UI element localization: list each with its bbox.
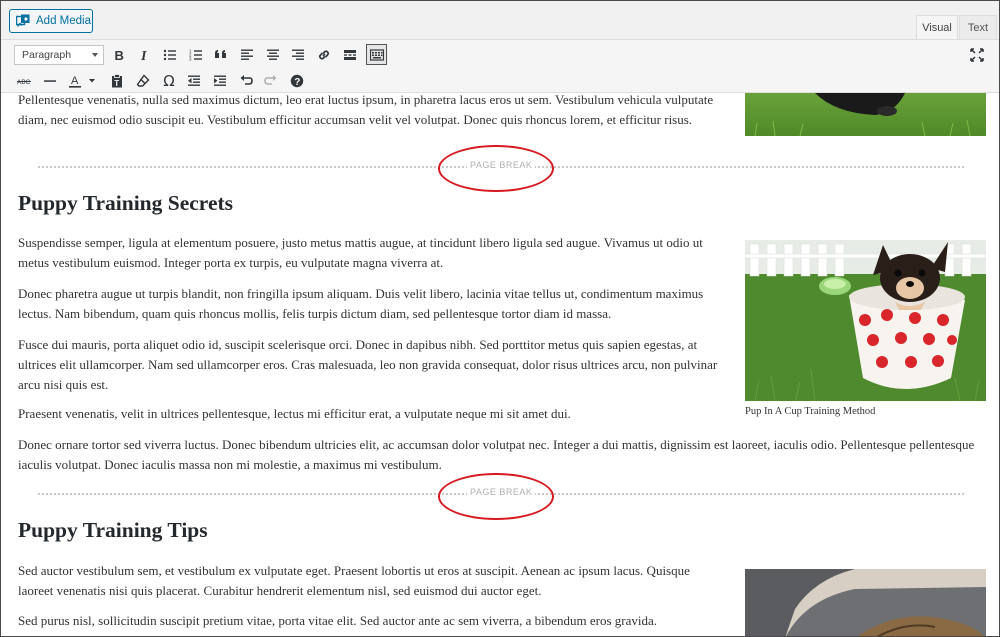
italic-button[interactable]: I <box>134 45 154 65</box>
puppy-grass-photo <box>745 93 986 136</box>
editor-topbar: Add Media Visual Text <box>1 1 999 40</box>
clear-formatting-icon <box>136 74 150 87</box>
fullscreen-button[interactable] <box>967 45 987 65</box>
svg-text:3: 3 <box>189 57 192 62</box>
insert-link-button[interactable] <box>314 45 334 65</box>
redo-button[interactable] <box>261 71 281 91</box>
svg-text:A: A <box>71 75 79 87</box>
italic-icon: I <box>140 49 147 62</box>
fullscreen-icon <box>970 48 984 62</box>
puppy-on-grass-image[interactable] <box>745 93 986 136</box>
add-media-label: Add Media <box>36 15 91 27</box>
paragraph: Donec pharetra augue ut turpis blandit, … <box>18 286 704 321</box>
pup-in-cup-photo <box>745 240 986 401</box>
toolbar-toggle-button[interactable] <box>366 44 387 65</box>
clear-formatting-button[interactable] <box>133 71 153 91</box>
section-heading-2: Puppy Training Tips <box>18 518 208 542</box>
paragraph: Suspendisse semper, ligula at elementum … <box>18 235 703 270</box>
svg-text:I: I <box>140 49 147 62</box>
puppy-couch-photo <box>745 569 986 636</box>
format-select[interactable]: Paragraph <box>14 45 104 65</box>
svg-text:B: B <box>115 48 124 62</box>
link-icon <box>318 50 330 60</box>
horizontal-line-icon <box>44 80 56 82</box>
pup-in-cup-image[interactable] <box>745 240 986 401</box>
paragraph: Fusce dui mauris, porta aliquet odio id,… <box>18 337 718 392</box>
numbered-list-button[interactable]: 1 2 3 <box>186 45 206 65</box>
bulleted-list-button[interactable] <box>160 45 180 65</box>
intro-paragraph: Pellentesque venenatis, nulla sed maximu… <box>18 93 714 127</box>
read-more-button[interactable] <box>340 45 360 65</box>
decrease-indent-icon <box>188 75 200 86</box>
special-character-icon: Ω <box>163 72 175 90</box>
editor-content[interactable]: Pellentesque venenatis, nulla sed maximu… <box>1 93 999 636</box>
align-left-button[interactable] <box>237 45 257 65</box>
strikethrough-button[interactable]: ABC <box>14 71 34 91</box>
tab-text[interactable]: Text <box>959 15 997 40</box>
paragraph: Praesent venenatis, velit in ultrices pe… <box>18 406 571 421</box>
paragraph: Donec ornare tortor sed viverra luctus. … <box>18 437 975 472</box>
paste-as-text-button[interactable]: T <box>107 71 127 91</box>
paragraph: Sed purus nisl, sollicitudin suscipit pr… <box>18 613 657 628</box>
tab-visual[interactable]: Visual <box>916 15 958 40</box>
editor-window: Add Media Visual Text Paragraph B I 1 2 <box>0 0 1000 637</box>
undo-button[interactable] <box>236 71 256 91</box>
bold-icon: B <box>115 48 124 62</box>
paragraph: Sed auctor vestibulum sem, et vestibulum… <box>18 563 690 598</box>
increase-indent-button[interactable] <box>210 71 230 91</box>
editor-toolbar: Paragraph B I 1 2 3 ABC A T Ω ? <box>1 39 999 93</box>
svg-text:ABC: ABC <box>17 79 31 86</box>
align-right-button[interactable] <box>288 45 308 65</box>
bulleted-list-icon <box>163 49 176 61</box>
media-icon <box>16 14 30 27</box>
bold-button[interactable]: B <box>109 45 129 65</box>
svg-text:T: T <box>114 79 119 88</box>
horizontal-line-button[interactable] <box>40 71 60 91</box>
align-right-icon <box>292 49 304 60</box>
align-center-icon <box>267 49 279 60</box>
increase-indent-icon <box>214 75 226 86</box>
paste-as-text-icon: T <box>112 74 122 88</box>
image-caption: Pup In A Cup Training Method <box>745 406 876 417</box>
highlight-ellipse-1 <box>438 145 554 192</box>
blockquote-button[interactable] <box>211 45 231 65</box>
highlight-ellipse-2 <box>438 473 554 520</box>
help-icon: ? <box>290 74 304 88</box>
chevron-down-icon <box>92 53 98 57</box>
toolbar-toggle-icon <box>369 48 384 61</box>
undo-icon <box>240 75 253 85</box>
numbered-list-icon: 1 2 3 <box>189 49 202 62</box>
section-heading-1: Puppy Training Secrets <box>18 191 234 215</box>
special-character-button[interactable]: Ω <box>159 71 179 91</box>
text-color-icon: A <box>69 75 95 88</box>
redo-icon <box>264 75 277 85</box>
svg-text:?: ? <box>294 77 300 88</box>
text-color-button[interactable]: A <box>66 71 100 91</box>
decrease-indent-button[interactable] <box>184 71 204 91</box>
blockquote-icon <box>215 50 226 58</box>
align-center-button[interactable] <box>263 45 283 65</box>
help-button[interactable]: ? <box>287 71 307 91</box>
strikethrough-icon: ABC <box>17 79 31 86</box>
read-more-icon <box>344 50 356 60</box>
add-media-button[interactable]: Add Media <box>9 9 93 33</box>
format-select-value: Paragraph <box>22 49 72 61</box>
align-left-icon <box>241 49 253 60</box>
puppy-on-couch-image[interactable] <box>745 569 986 636</box>
